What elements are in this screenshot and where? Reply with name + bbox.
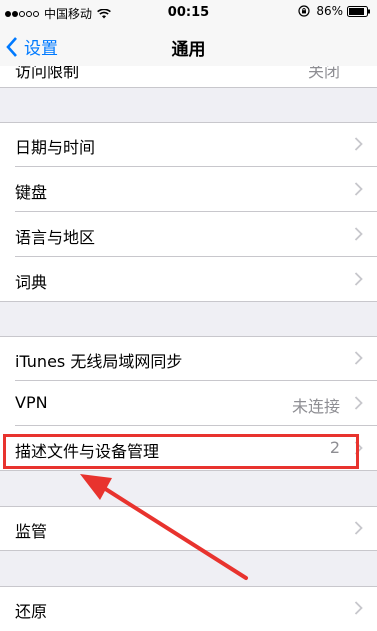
chevron-right-icon	[354, 227, 363, 241]
chevron-right-icon	[354, 601, 363, 615]
supervision-row[interactable]: 监管	[0, 506, 377, 551]
chevron-right-icon	[354, 182, 363, 196]
vpn-status: 未连接	[291, 397, 340, 416]
chevron-right-icon	[354, 521, 363, 535]
row-detail: 关闭	[307, 66, 340, 81]
dictionary-row[interactable]: 词典	[0, 257, 377, 302]
itunes-wifi-sync-row[interactable]: iTunes 无线局域网同步	[0, 336, 377, 381]
navigation-bar: 设置 通用	[0, 26, 377, 67]
row-label: 词典	[15, 273, 48, 292]
reset-row[interactable]: 还原	[0, 586, 377, 631]
battery-icon	[347, 5, 370, 17]
keyboard-row[interactable]: 键盘	[0, 167, 377, 212]
row-label: 键盘	[15, 183, 48, 202]
row-label: 还原	[15, 602, 48, 621]
chevron-right-icon	[354, 351, 363, 365]
chevron-right-icon	[354, 272, 363, 286]
rotation-lock-icon	[298, 5, 310, 17]
vpn-row[interactable]: VPN 未连接	[0, 381, 377, 426]
annotation-highlight-box	[3, 434, 359, 469]
chevron-right-icon	[354, 137, 363, 151]
battery-percent: 86%	[316, 4, 343, 18]
row-label: 日期与时间	[15, 138, 96, 157]
chevron-right-icon	[354, 396, 363, 410]
status-bar: 中国移动 00:15 86%	[0, 0, 377, 26]
row-label: VPN	[15, 393, 48, 412]
restrictions-row[interactable]: 访问限制 关闭	[0, 66, 377, 88]
date-time-row[interactable]: 日期与时间	[0, 122, 377, 167]
row-label: 监管	[15, 522, 48, 541]
page-title: 通用	[171, 40, 206, 60]
row-label: iTunes 无线局域网同步	[15, 352, 183, 371]
language-region-row[interactable]: 语言与地区	[0, 212, 377, 257]
row-label: 语言与地区	[15, 228, 96, 247]
row-label: 访问限制	[15, 66, 80, 81]
